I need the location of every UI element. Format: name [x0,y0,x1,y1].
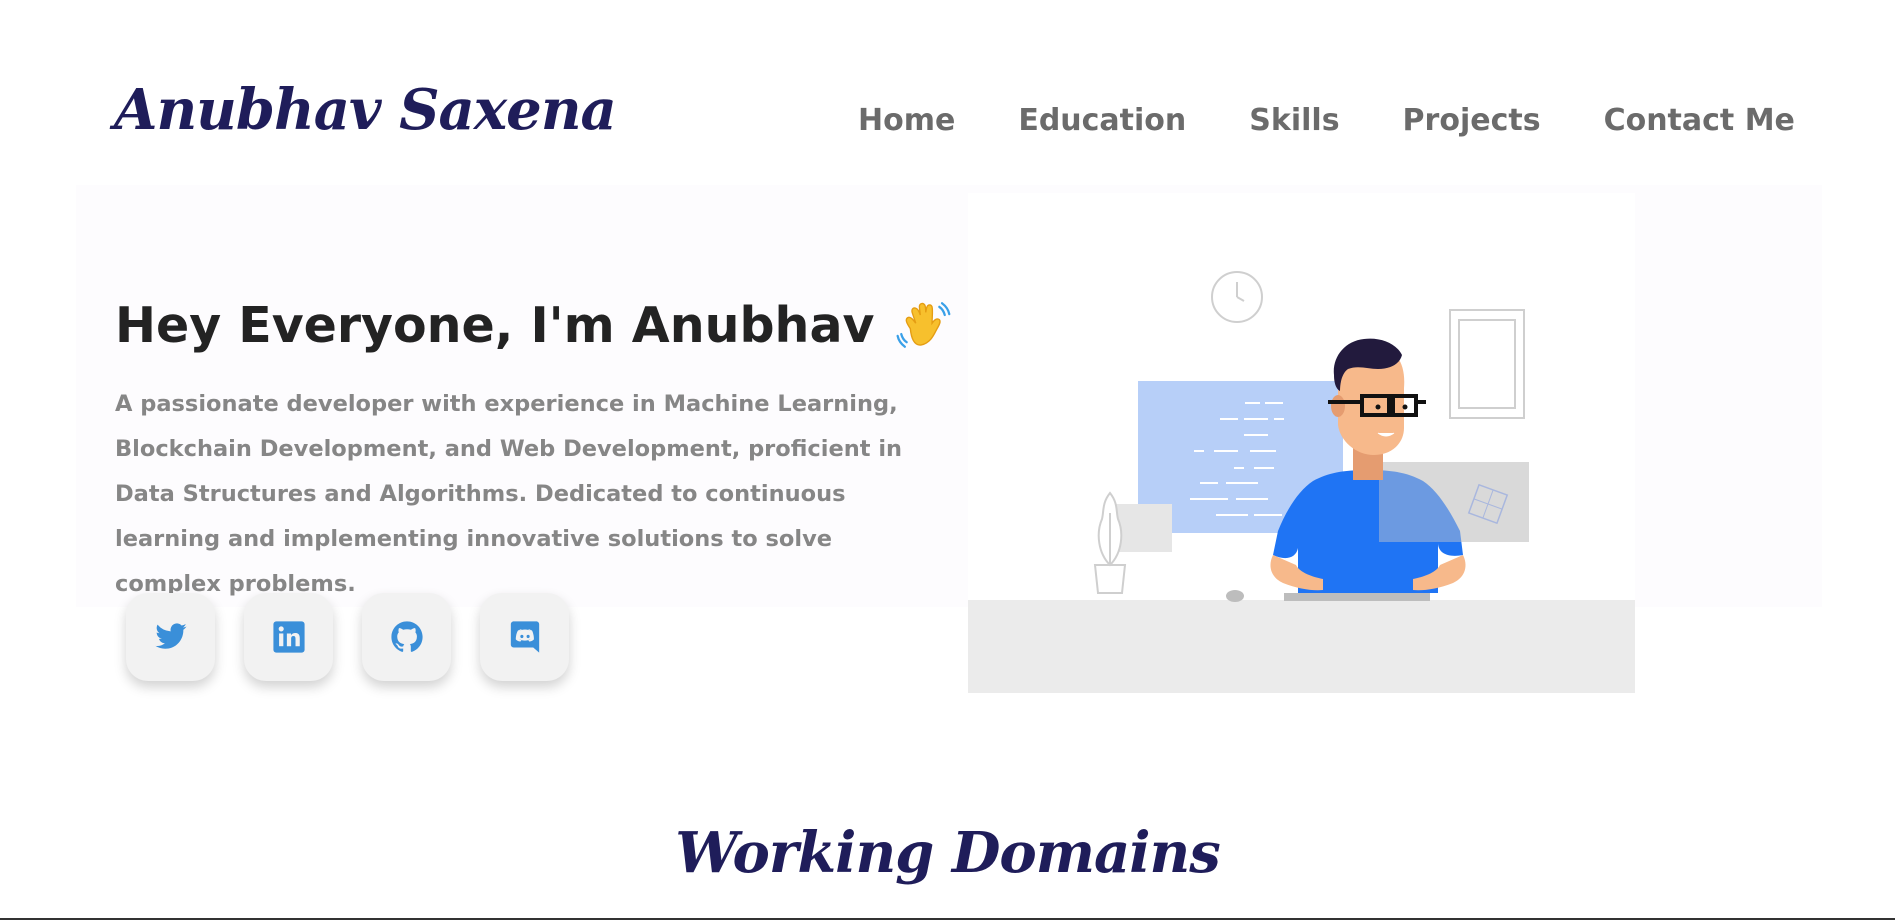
developer-illustration [968,193,1635,693]
site-logo[interactable]: Anubhav Saxena [114,82,617,138]
social-links [126,593,569,681]
main-nav: Home Education Skills Projects Contact M… [858,102,1795,140]
nav-projects[interactable]: Projects [1403,102,1541,140]
github-icon [390,621,423,652]
greeting-text: Hey Everyone, I'm Anubhav [115,296,875,354]
portfolio-page: Anubhav Saxena Home Education Skills Pro… [0,0,1895,920]
working-domains-title: Working Domains [675,820,1221,886]
hero-greeting: Hey Everyone, I'm Anubhav [115,296,952,354]
linkedin-button[interactable] [244,593,333,681]
waving-hand-icon [894,296,952,354]
github-button[interactable] [362,593,451,681]
discord-icon [510,621,539,653]
twitter-icon [154,623,187,649]
twitter-button[interactable] [126,593,215,681]
nav-home[interactable]: Home [858,102,955,140]
discord-button[interactable] [480,593,569,681]
nav-education[interactable]: Education [1018,102,1186,140]
nav-contact-me[interactable]: Contact Me [1604,102,1795,140]
nav-skills[interactable]: Skills [1249,102,1339,140]
linkedin-icon [272,621,305,653]
hero-description: A passionate developer with experience i… [115,391,903,597]
